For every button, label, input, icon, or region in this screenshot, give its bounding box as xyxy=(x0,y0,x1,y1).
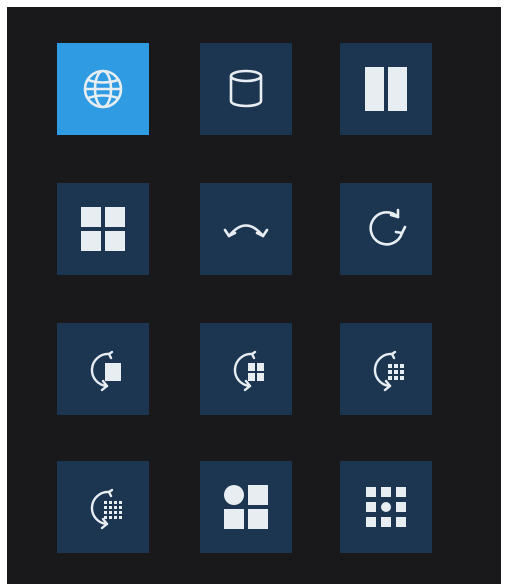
dotted-grid-button[interactable] xyxy=(340,461,432,553)
flip-arrow-icon xyxy=(223,224,269,238)
flip-arrow-button[interactable] xyxy=(200,183,292,275)
cylinder-icon xyxy=(229,69,263,108)
four-grid-icon xyxy=(81,207,125,251)
circle-and-blocks-button[interactable] xyxy=(200,461,292,553)
rotate-sixteen-dot-icon xyxy=(90,488,122,530)
globe-button[interactable] xyxy=(57,43,149,135)
two-panel-split-icon xyxy=(365,67,407,111)
rotate-four-block-icon xyxy=(233,350,264,392)
rotate-nine-dot-icon xyxy=(373,350,404,392)
globe-icon xyxy=(83,69,123,109)
rotate-button[interactable] xyxy=(340,183,432,275)
dotted-grid-icon xyxy=(366,487,406,527)
rotate-sixteen-dot-button[interactable] xyxy=(57,461,149,553)
four-grid-button[interactable] xyxy=(57,183,149,275)
rotate-nine-dot-button[interactable] xyxy=(340,323,432,415)
rotate-four-block-button[interactable] xyxy=(200,323,292,415)
rotate-single-block-icon xyxy=(90,350,121,392)
circle-and-blocks-icon xyxy=(224,485,268,529)
two-panel-split-button[interactable] xyxy=(340,43,432,135)
rotate-single-block-button[interactable] xyxy=(57,323,149,415)
cylinder-button[interactable] xyxy=(200,43,292,135)
icon-toolbar-panel xyxy=(7,7,501,584)
rotate-icon xyxy=(369,208,407,246)
